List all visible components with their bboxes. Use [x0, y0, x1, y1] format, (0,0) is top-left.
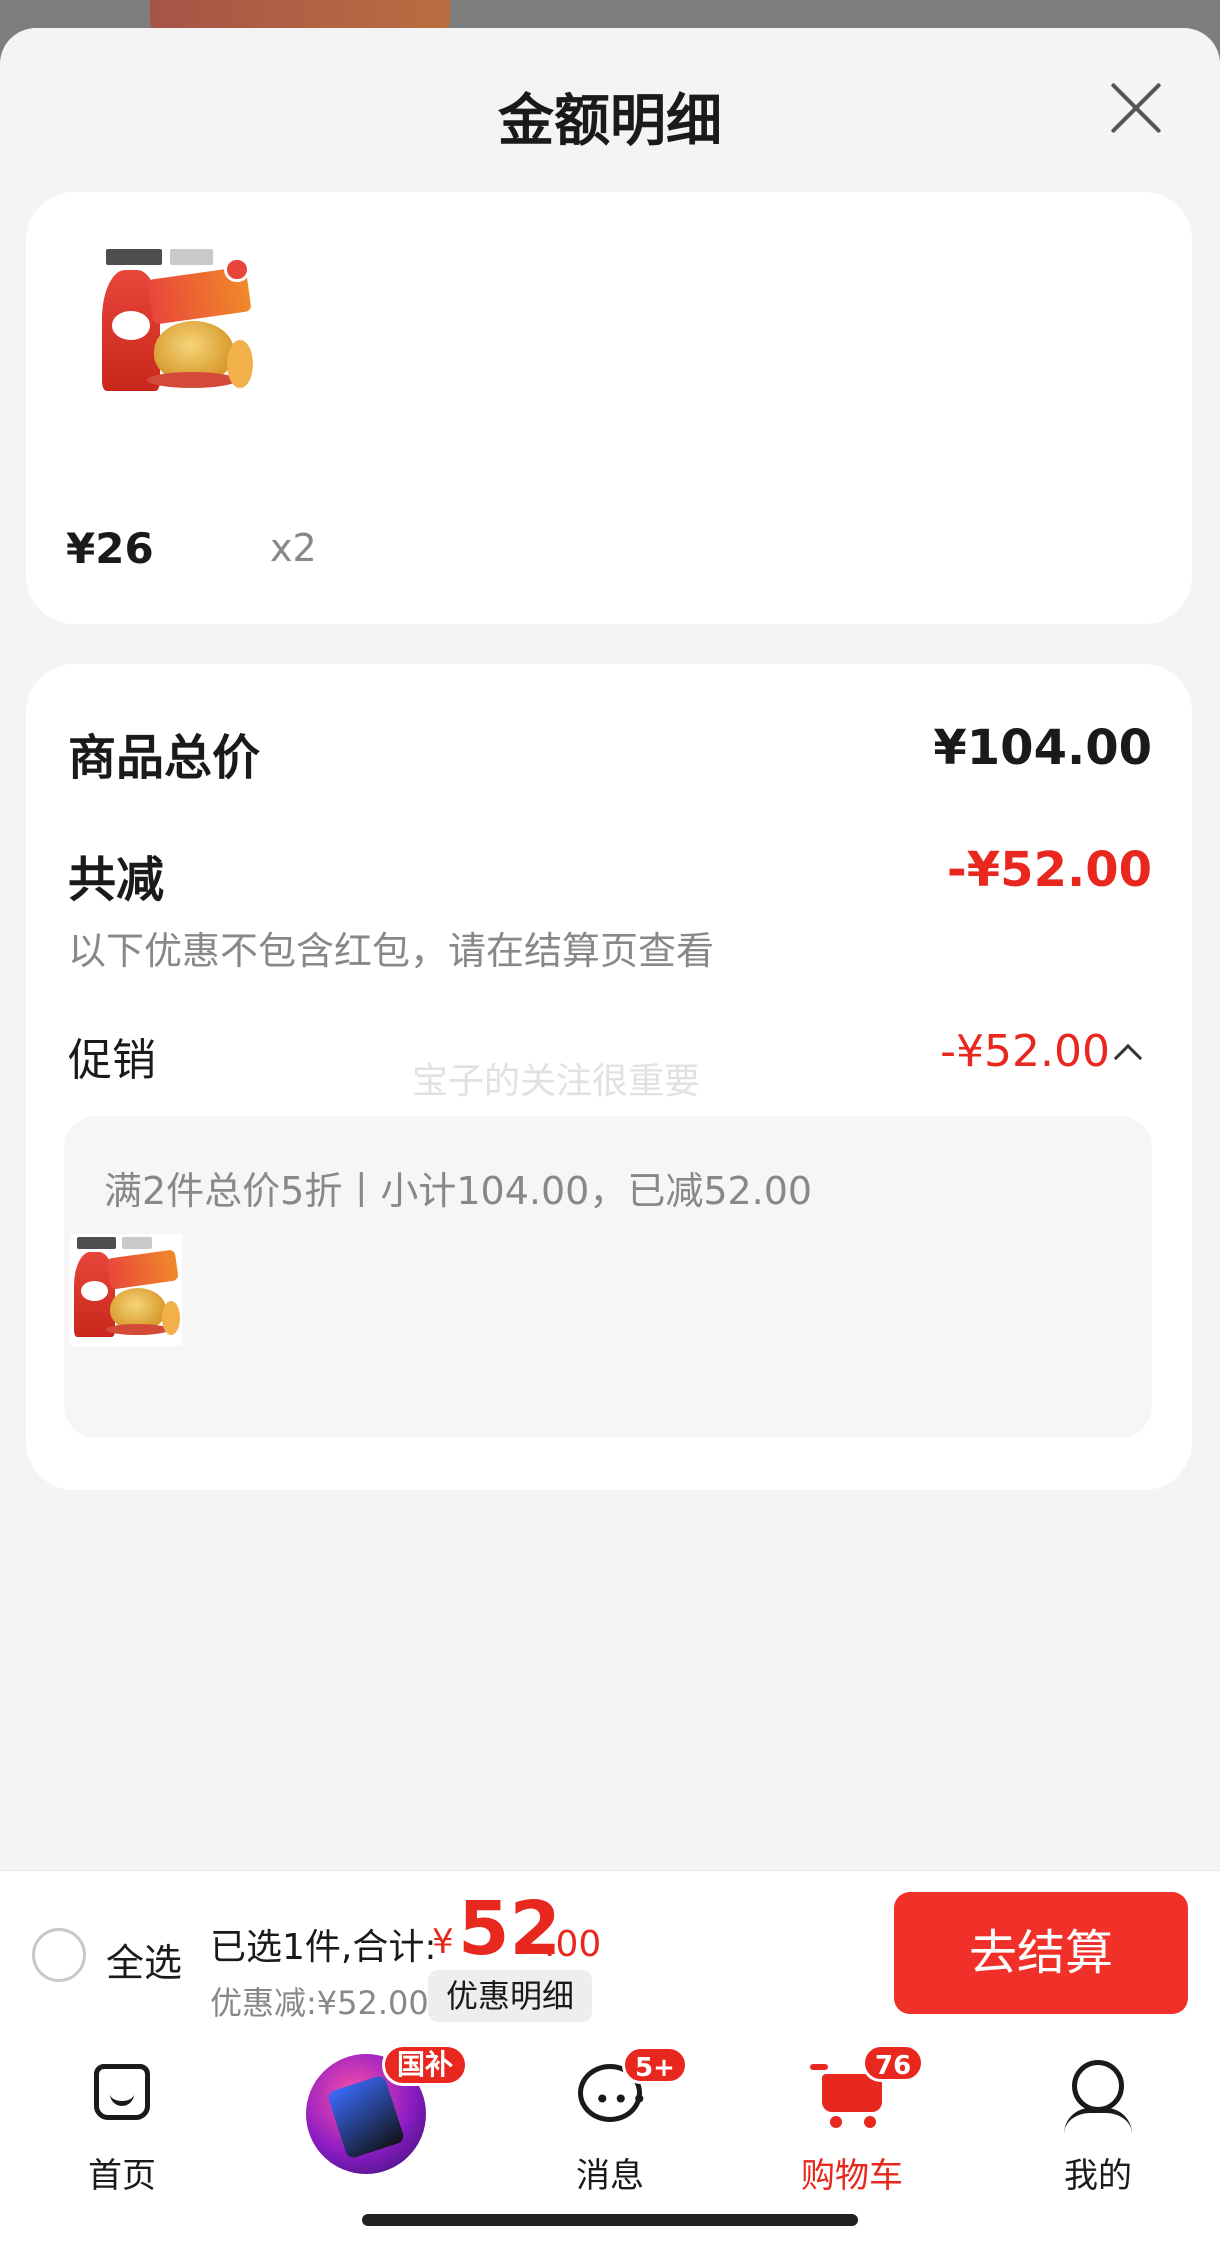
- total-reduce-value: -¥52.00: [946, 842, 1152, 898]
- promotion-product-thumbnail[interactable]: [70, 1234, 182, 1346]
- tab-messages-label: 消息: [576, 2156, 644, 2196]
- tab-home[interactable]: 首页: [22, 2060, 222, 2196]
- select-all-label[interactable]: 全选: [106, 1932, 182, 1987]
- total-currency: ¥: [432, 1922, 454, 1962]
- total-price-value: ¥104.00: [933, 720, 1152, 776]
- tab-me[interactable]: 我的: [998, 2060, 1198, 2196]
- promotion-label: 促销: [68, 1035, 156, 1086]
- product-quantity: x2: [270, 526, 317, 570]
- subsidy-badge: 国补: [382, 2044, 469, 2086]
- sheet-title: 金额明细: [498, 89, 722, 154]
- product-price: ¥26: [66, 524, 154, 573]
- tab-cart-label: 购物车: [801, 2156, 903, 2196]
- user-icon: [1064, 2060, 1132, 2128]
- close-icon[interactable]: [1108, 80, 1164, 136]
- messages-badge: 5+: [622, 2046, 688, 2084]
- check-icon: [224, 256, 250, 283]
- discount-detail-button[interactable]: 优惠明细: [428, 1970, 593, 2022]
- tab-me-label: 我的: [1064, 2156, 1132, 2196]
- total-reduce-label: 共减: [68, 852, 165, 908]
- select-all-radio[interactable]: [32, 1928, 86, 1982]
- checkout-button[interactable]: 去结算: [894, 1892, 1188, 2014]
- cart-badge: 76: [862, 2044, 925, 2082]
- tab-home-label: 首页: [88, 2156, 156, 2196]
- promotion-value[interactable]: -¥52.00: [940, 1026, 1110, 1077]
- red-packet-note: 以下优惠不包含红包，请在结算页查看: [68, 929, 715, 973]
- watermark-text: 宝子的关注很重要: [412, 1061, 701, 1102]
- discount-amount-text: 优惠减:¥52.00: [210, 1984, 429, 2022]
- home-icon: [88, 2060, 156, 2128]
- total-price-label: 商品总价: [68, 730, 261, 786]
- promotion-description: 满2件总价5折丨小计104.00，已减52.00: [104, 1169, 813, 1213]
- product-thumbnail[interactable]: [96, 244, 256, 404]
- home-indicator[interactable]: [362, 2214, 858, 2226]
- selected-count-text: 已选1件,合计:: [210, 1927, 437, 1968]
- product-card: [26, 192, 1192, 624]
- total-amount-decimal: .00: [544, 1924, 602, 1965]
- tab-cart[interactable]: 购物车: [752, 2060, 952, 2196]
